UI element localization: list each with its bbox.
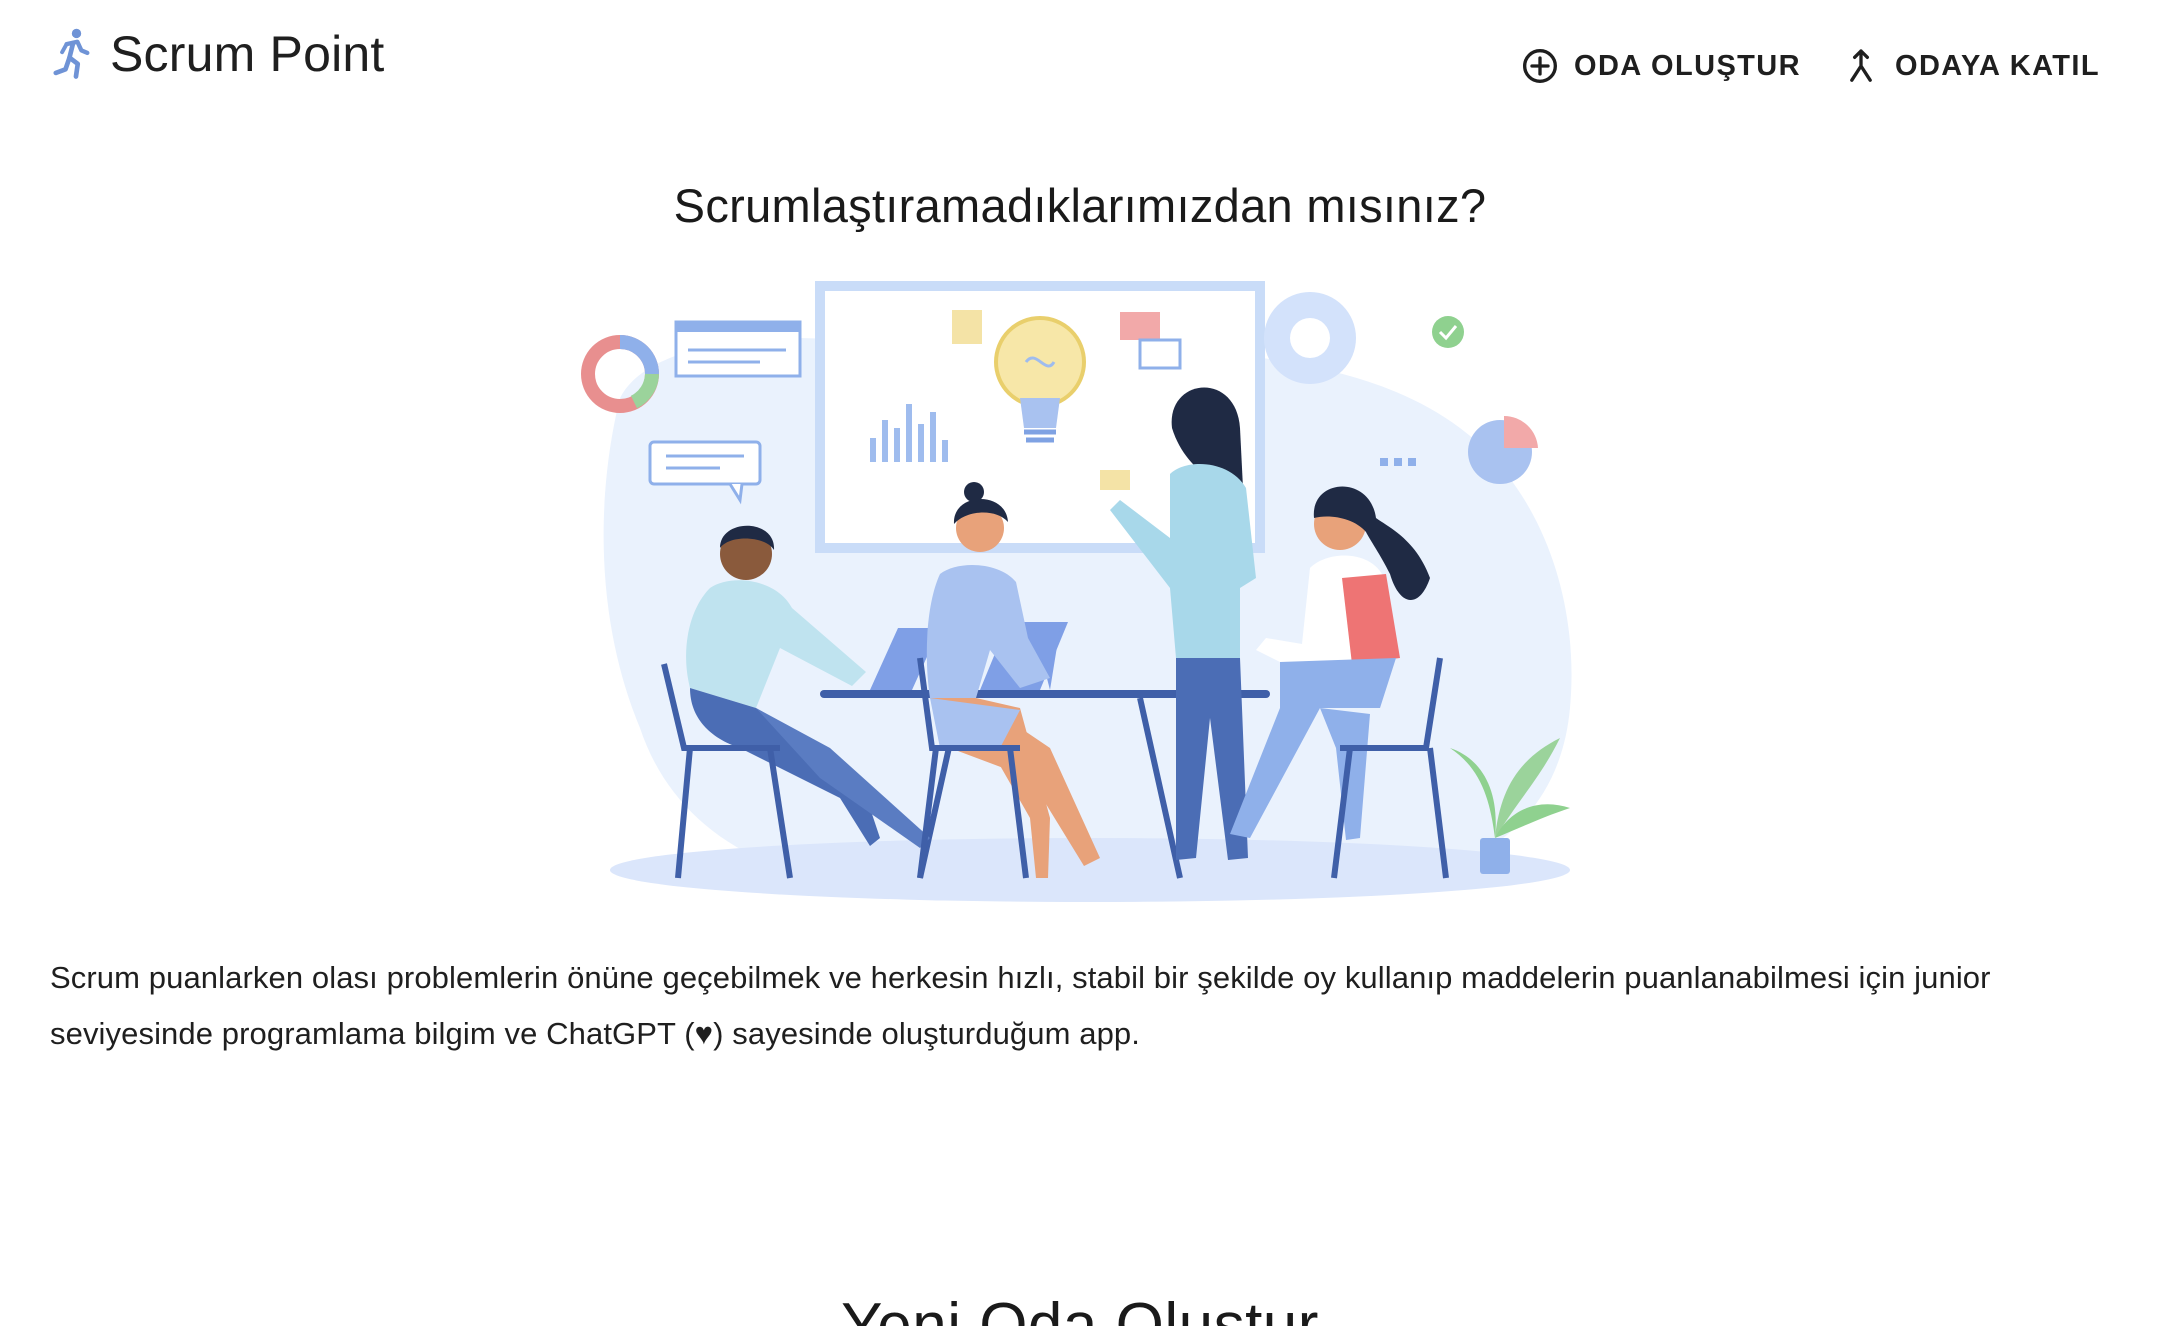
app-header: Scrum Point ODA OLUŞTUR ODAYA KATIL: [0, 0, 2160, 130]
add-circle-icon: [1523, 49, 1557, 83]
merge-arrow-icon: [1850, 49, 1872, 82]
app-root: Scrum Point ODA OLUŞTUR ODAYA KATIL Scru…: [0, 0, 2160, 1326]
header-nav: ODA OLUŞTUR ODAYA KATIL: [1520, 40, 2100, 92]
new-room-section-title: Yeni Oda Oluştur: [841, 1291, 1319, 1326]
create-room-label: ODA OLUŞTUR: [1574, 49, 1801, 82]
brand[interactable]: Scrum Point: [50, 22, 385, 86]
join-room-button[interactable]: ODAYA KATIL: [1841, 42, 2100, 90]
join-room-label: ODAYA KATIL: [1894, 49, 2100, 82]
running-person-icon: [53, 28, 90, 79]
app-description: Scrum puanlarken olası problemlerin önün…: [50, 960, 1991, 1051]
illustration-art: [581, 281, 1572, 902]
create-room-button[interactable]: ODA OLUŞTUR: [1520, 42, 1801, 90]
hero-title: Scrumlaştıramadıklarımızdan mısınız?: [673, 179, 1487, 232]
brand-title: Scrum Point: [110, 26, 385, 82]
team-meeting-illustration: [580, 278, 1600, 918]
